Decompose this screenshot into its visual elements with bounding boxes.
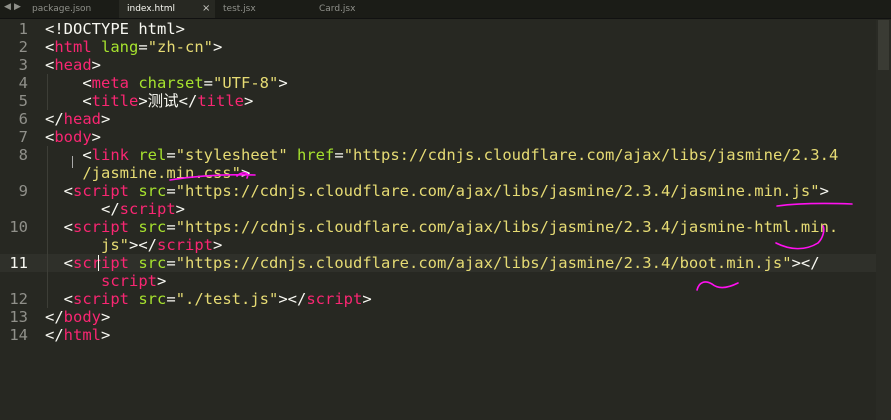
underline-min-css <box>169 172 256 181</box>
underline-jasmine-html <box>775 225 825 250</box>
squiggle-boot <box>696 281 739 291</box>
pen-annotations <box>169 172 853 291</box>
underline-min-js <box>776 202 853 207</box>
editor-window: ◀ ▶ package.json index.html × test.jsx Ca… <box>0 0 891 420</box>
